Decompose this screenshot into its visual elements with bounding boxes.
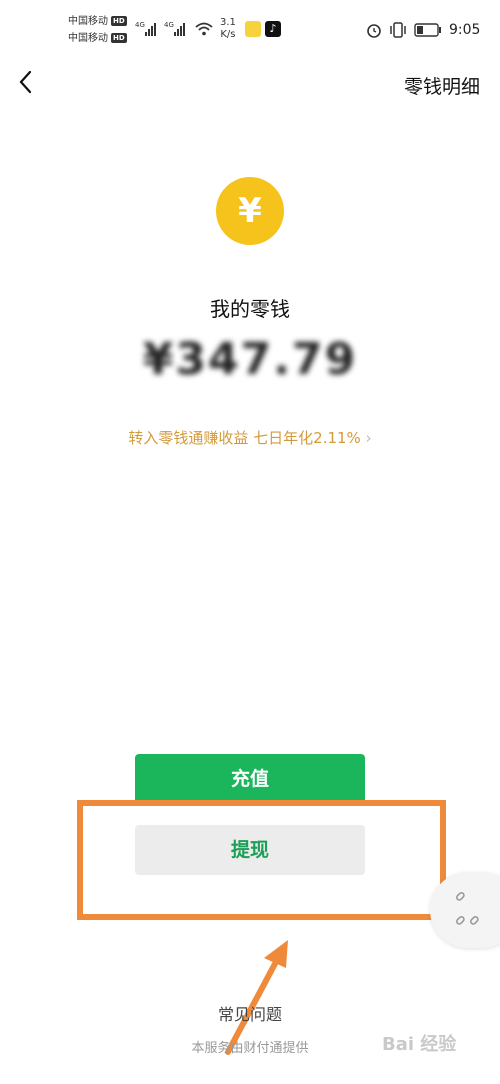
recharge-button[interactable]: 充值 bbox=[135, 754, 365, 804]
promo-text: 转入零钱通赚收益 七日年化2.11% bbox=[128, 429, 361, 447]
svg-text:4G: 4G bbox=[164, 21, 174, 29]
carrier-label-2: 中国移动 HD bbox=[68, 33, 127, 44]
lingqiantong-promo-link[interactable]: 转入零钱通赚收益 七日年化2.11% › bbox=[0, 427, 500, 448]
alarm-icon bbox=[367, 24, 381, 38]
status-time: 9:05 bbox=[449, 22, 481, 38]
network-speed: 3.1 K/s bbox=[220, 17, 236, 40]
signal-icon: 4G bbox=[135, 21, 156, 36]
chevron-right-icon: › bbox=[365, 429, 372, 447]
status-bar: 中国移动 HD 中国移动 HD 4G 4G 3.1 K/s ♪ 9:05 bbox=[0, 0, 500, 62]
battery-icon bbox=[414, 23, 441, 37]
annotation-highlight-box bbox=[77, 800, 446, 920]
annotation-arrow bbox=[225, 940, 288, 1055]
floating-link-button[interactable] bbox=[430, 872, 500, 948]
balance-amount: ¥347.79 bbox=[142, 334, 358, 385]
carrier-label-1: 中国移动 HD bbox=[68, 16, 127, 27]
vibrate-icon bbox=[390, 22, 406, 38]
chevron-left-icon[interactable] bbox=[16, 68, 36, 96]
wallet-title: 我的零钱 bbox=[210, 297, 290, 321]
link-icon bbox=[455, 891, 479, 925]
watermark-logo: Bai 经验 bbox=[382, 1034, 457, 1055]
tiktok-icon: ♪ bbox=[265, 21, 281, 37]
faq-link[interactable]: 常见问题 bbox=[0, 1001, 500, 1025]
wifi-icon bbox=[195, 22, 213, 36]
coin-icon: ¥ bbox=[216, 177, 284, 245]
app-icon bbox=[245, 21, 261, 37]
signal-icon: 4G bbox=[164, 21, 185, 36]
change-details-link[interactable]: 零钱明细 bbox=[404, 72, 480, 99]
svg-text:4G: 4G bbox=[135, 21, 145, 29]
